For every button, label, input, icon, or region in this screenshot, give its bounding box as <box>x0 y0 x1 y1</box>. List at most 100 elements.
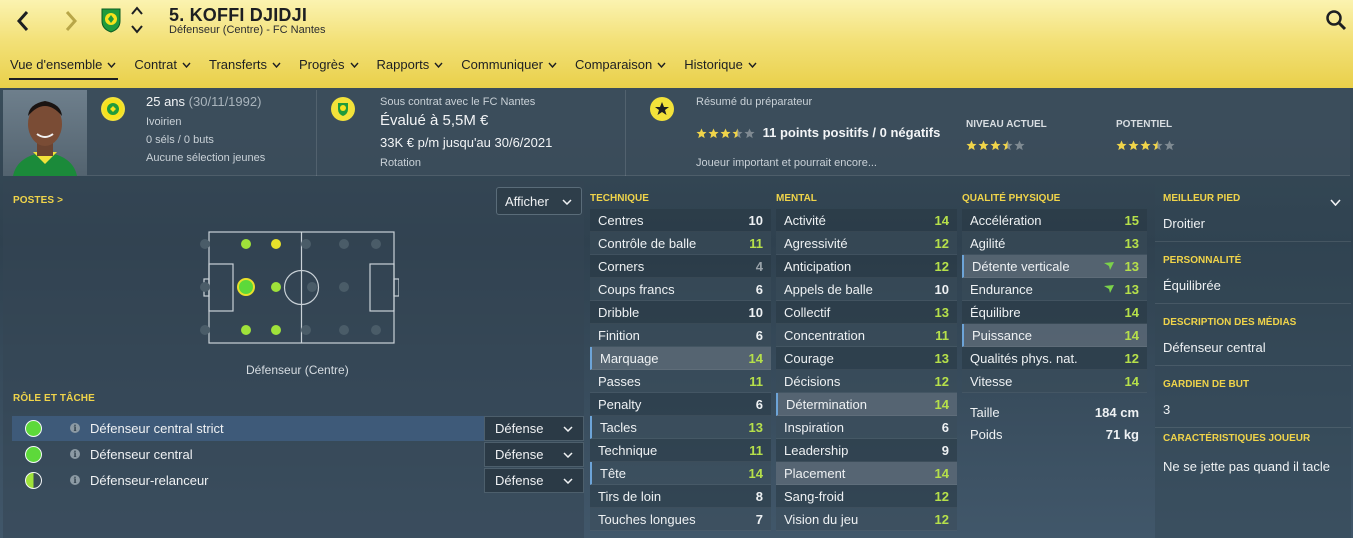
attribute-row[interactable]: Penalty 6 <box>590 393 771 416</box>
attribute-row[interactable]: Courage 13 <box>776 347 957 370</box>
attribute-row[interactable]: Inspiration 6 <box>776 416 957 439</box>
attribute-row[interactable]: Décisions 12 <box>776 370 957 393</box>
attribute-value: 12 <box>934 259 949 274</box>
attribute-row[interactable]: Tacles 13 <box>590 416 771 439</box>
attribute-value: 13 <box>934 351 949 366</box>
attribute-row[interactable]: Dribble 10 <box>590 301 771 324</box>
attribute-row[interactable]: Accélération 15 <box>962 209 1147 232</box>
info-icon[interactable]: i <box>70 475 80 485</box>
tab-history[interactable]: Historique <box>684 54 757 80</box>
attribute-row[interactable]: Marquage 14 <box>590 347 771 370</box>
tab-progress[interactable]: Progrès <box>299 54 359 80</box>
duty-dropdown[interactable]: Défense <box>484 442 584 467</box>
attribute-row[interactable]: Contrôle de balle 11 <box>590 232 771 255</box>
tab-transfers[interactable]: Transferts <box>209 54 281 80</box>
attribute-value: 14 <box>934 397 949 412</box>
coach-report-title[interactable]: Résumé du préparateur <box>696 93 812 111</box>
chevron-down-icon[interactable] <box>131 24 143 34</box>
attribute-value: 14 <box>934 466 949 481</box>
attribute-row[interactable]: Passes 11 <box>590 370 771 393</box>
duty-dropdown[interactable]: Défense <box>484 468 584 493</box>
attribute-row[interactable]: Puissance 14 <box>962 324 1147 347</box>
attribute-row[interactable]: Activité 14 <box>776 209 957 232</box>
player-wage: 33K € p/m jusqu'au 30/6/2021 <box>380 135 553 150</box>
attribute-row[interactable]: Collectif 13 <box>776 301 957 324</box>
divider <box>1155 303 1351 304</box>
attribute-value: 6 <box>755 397 763 412</box>
star-icon <box>732 128 743 139</box>
duty-dropdown[interactable]: Défense <box>484 416 584 441</box>
attribute-row[interactable]: Sang-froid 12 <box>776 485 957 508</box>
club-badge-icon[interactable] <box>100 7 122 33</box>
attribute-row[interactable]: Qualités phys. nat. 12 <box>962 347 1147 370</box>
attribute-value: 14 <box>748 351 763 366</box>
info-icon[interactable]: i <box>70 449 80 459</box>
goalkeeper-rating: 3 <box>1163 402 1171 417</box>
progress-arrow-icon <box>1104 262 1114 270</box>
attribute-row[interactable]: Concentration 11 <box>776 324 957 347</box>
attribute-row[interactable]: Appels de balle 10 <box>776 278 957 301</box>
show-dropdown[interactable]: Afficher <box>496 187 582 215</box>
attribute-label: Placement <box>784 466 846 481</box>
attribute-value: 15 <box>1124 213 1139 228</box>
attribute-row[interactable]: Vitesse 14 <box>962 370 1147 393</box>
search-icon[interactable] <box>1325 9 1347 31</box>
attribute-value: 8 <box>755 489 763 504</box>
nationality-flag-icon <box>101 97 125 121</box>
chevron-down-icon <box>562 199 572 205</box>
role-row[interactable]: i Défenseur central strict Défense <box>12 416 584 441</box>
tab-reports[interactable]: Rapports <box>377 54 444 80</box>
attribute-value: 14 <box>1124 374 1139 389</box>
attribute-label: Agilité <box>970 236 1006 251</box>
personality: Équilibrée <box>1163 278 1221 293</box>
attribute-value: 14 <box>748 466 763 481</box>
player-position-club: Défenseur (Centre) - FC Nantes <box>169 24 326 36</box>
attribute-row[interactable]: Placement 14 <box>776 462 957 485</box>
chevron-up-icon[interactable] <box>131 6 143 16</box>
attribute-row[interactable]: Détermination 14 <box>776 393 957 416</box>
attribute-row[interactable]: Centres 10 <box>590 209 771 232</box>
coach-report-line[interactable]: 11 points positifs / 0 négatifs <box>696 124 940 142</box>
weight-label: Poids <box>970 427 1003 442</box>
tab-comparison[interactable]: Comparaison <box>575 54 666 80</box>
attribute-row[interactable]: Vision du jeu 12 <box>776 508 957 531</box>
attribute-label: Anticipation <box>784 259 852 274</box>
attribute-row[interactable]: Technique 11 <box>590 439 771 462</box>
contract-label: Sous contrat avec le FC Nantes <box>380 96 536 108</box>
star-icon <box>1164 140 1175 151</box>
attribute-row[interactable]: Corners 4 <box>590 255 771 278</box>
attribute-label: Penalty <box>598 397 642 412</box>
potential-stars <box>1116 137 1175 152</box>
chevron-down-icon <box>563 426 573 432</box>
chevron-down-icon[interactable] <box>1330 199 1341 206</box>
attribute-row[interactable]: Tête 14 <box>590 462 771 485</box>
attribute-row[interactable]: Touches longues 7 <box>590 508 771 531</box>
divider <box>1155 365 1351 366</box>
overview-strip: 25 ans (30/11/1992) Ivoirien 0 séls / 0 … <box>3 90 1350 176</box>
tab-communicate[interactable]: Communiquer <box>461 54 557 80</box>
back-arrow-icon[interactable] <box>10 8 36 34</box>
attribute-row[interactable]: Agilité 13 <box>962 232 1147 255</box>
attribute-row[interactable]: Anticipation 12 <box>776 255 957 278</box>
attribute-row[interactable]: Agressivité 12 <box>776 232 957 255</box>
role-row[interactable]: i Défenseur-relanceur Défense <box>12 468 584 493</box>
info-icon[interactable]: i <box>70 423 80 433</box>
star-icon <box>1152 140 1163 151</box>
attribute-label: Tirs de loin <box>598 489 662 504</box>
tab-contract[interactable]: Contrat <box>134 54 191 80</box>
attribute-row[interactable]: Coups francs 6 <box>590 278 771 301</box>
position-caption: Défenseur (Centre) <box>246 363 349 377</box>
attribute-row[interactable]: Tirs de loin 8 <box>590 485 771 508</box>
attribute-row[interactable]: Équilibre 14 <box>962 301 1147 324</box>
positions-title[interactable]: POSTES > <box>13 195 63 206</box>
role-row[interactable]: i Défenseur central Défense <box>12 442 584 467</box>
position-dot-dm-center <box>271 282 281 292</box>
youth-caps: Aucune sélection jeunes <box>146 152 266 164</box>
attribute-row[interactable]: Finition 6 <box>590 324 771 347</box>
tab-overview[interactable]: Vue d'ensemble <box>8 54 119 80</box>
attribute-row[interactable]: Détente verticale 13 <box>962 255 1147 278</box>
attribute-value: 10 <box>748 213 763 228</box>
forward-arrow-icon[interactable] <box>58 8 84 34</box>
attribute-row[interactable]: Leadership 9 <box>776 439 957 462</box>
attribute-row[interactable]: Endurance 13 <box>962 278 1147 301</box>
